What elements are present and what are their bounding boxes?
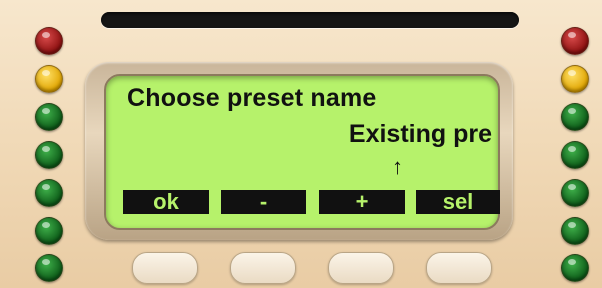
device-panel: Choose preset name Existing pre ↑ ok - +… [0,0,602,288]
led-left-6-green-icon [35,217,63,245]
led-left-2-yellow-icon [35,65,63,93]
led-left-5-green-icon [35,179,63,207]
led-right-3-green-icon [561,103,589,131]
led-right-6-green-icon [561,217,589,245]
led-left-3-green-icon [35,103,63,131]
lcd-screen: Choose preset name Existing pre ↑ ok - +… [104,74,500,230]
led-right-1-red-icon [561,27,589,55]
select-button[interactable] [426,252,492,284]
led-left-4-green-icon [35,141,63,169]
led-right-7-green-icon [561,254,589,282]
softkey-plus-label: + [319,190,405,214]
softkey-minus-label: - [221,190,306,214]
led-right-2-yellow-icon [561,65,589,93]
title-line: Choose preset name [127,84,377,112]
minus-button[interactable] [230,252,296,284]
top-slot [101,12,519,28]
led-right-4-green-icon [561,141,589,169]
cursor-up-arrow-icon: ↑ [392,154,403,179]
led-left-7-green-icon [35,254,63,282]
led-right-5-green-icon [561,179,589,207]
softkey-sel-label: sel [416,190,500,214]
softkey-ok-label: ok [123,190,209,214]
preset-name-line: Existing pre [348,120,492,148]
led-left-1-red-icon [35,27,63,55]
ok-button[interactable] [132,252,198,284]
plus-button[interactable] [328,252,394,284]
